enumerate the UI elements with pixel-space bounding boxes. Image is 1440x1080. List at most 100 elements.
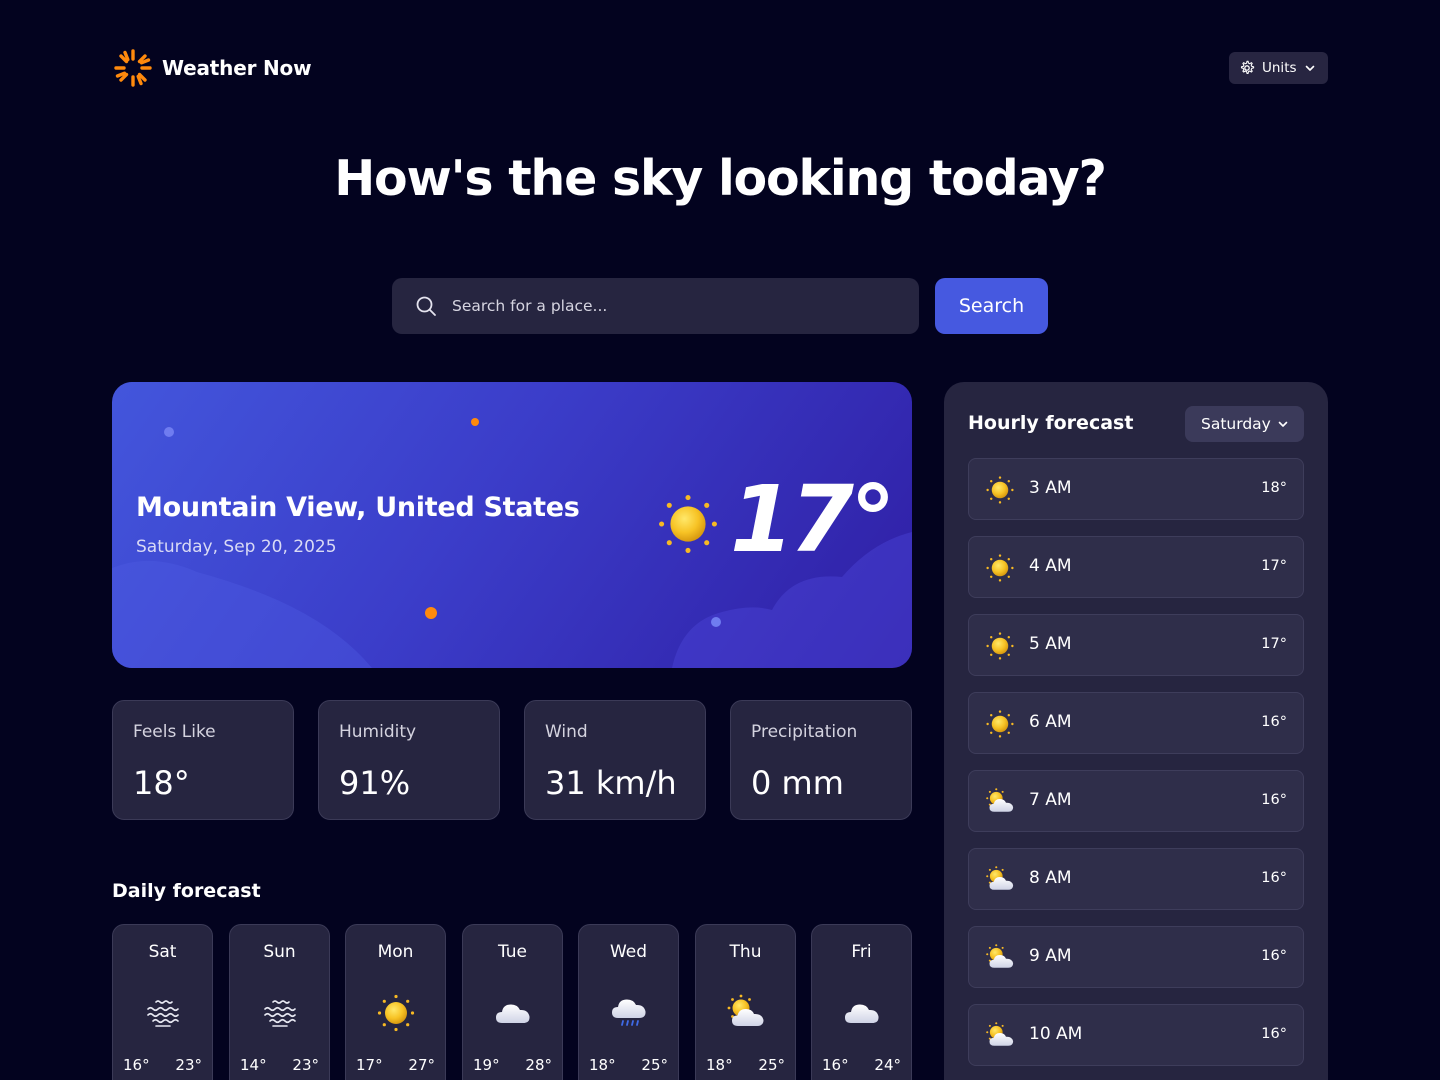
hour-time: 10 AM (1029, 1024, 1083, 1044)
current-temperature: 17° (729, 466, 896, 573)
day-low-temp: 14° (240, 1056, 267, 1074)
top-bar: Weather Now Units (112, 46, 1328, 90)
hour-time: 4 AM (1029, 556, 1072, 576)
day-high-temp: 23° (175, 1056, 202, 1074)
day-low-temp: 16° (822, 1056, 849, 1074)
hourly-row: 5 AM 17° (968, 614, 1304, 676)
app-name: Weather Now (162, 56, 312, 80)
sunny-icon (985, 553, 1015, 583)
search-input[interactable] (452, 297, 872, 315)
fog-icon (143, 993, 183, 1033)
day-high-temp: 24° (874, 1056, 901, 1074)
daily-forecast-card[interactable]: Fri 16° 24° (811, 924, 912, 1080)
day-name: Thu (729, 942, 762, 962)
page-headline: How's the sky looking today? (334, 150, 1107, 207)
sunny-icon (376, 993, 416, 1033)
stat-value: 31 km/h (545, 764, 677, 802)
stat-value: 0 mm (751, 764, 844, 802)
stat-label: Wind (545, 722, 588, 742)
day-high-temp: 27° (408, 1056, 435, 1074)
day-low-temp: 18° (706, 1056, 733, 1074)
cloudy-icon (493, 993, 533, 1033)
partly-cloudy-icon (726, 993, 766, 1033)
partly-cloudy-icon (985, 865, 1015, 895)
sunny-icon (985, 475, 1015, 505)
day-name: Sun (263, 942, 296, 962)
hour-temp: 16° (1261, 1026, 1287, 1042)
hour-time: 6 AM (1029, 712, 1072, 732)
stat-card-precipitation: Precipitation 0 mm (730, 700, 912, 820)
cloudy-icon (842, 993, 882, 1033)
location-name: Mountain View, United States (136, 492, 580, 523)
day-low-temp: 16° (123, 1056, 150, 1074)
partly-cloudy-icon (985, 943, 1015, 973)
hourly-forecast-panel: Hourly forecast Saturday 3 AM 18° 4 AM 1… (944, 382, 1328, 1080)
search-button[interactable]: Search (935, 278, 1048, 334)
stat-card-feels-like: Feels Like 18° (112, 700, 294, 820)
day-name: Fri (851, 942, 872, 962)
day-low-temp: 19° (473, 1056, 500, 1074)
hour-time: 3 AM (1029, 478, 1072, 498)
hour-temp: 18° (1261, 480, 1287, 496)
fog-icon (260, 993, 300, 1033)
day-name: Sat (148, 942, 177, 962)
current-date: Saturday, Sep 20, 2025 (136, 537, 337, 557)
hourly-forecast-title: Hourly forecast (968, 412, 1134, 434)
day-high-temp: 23° (292, 1056, 319, 1074)
hourly-row: 7 AM 16° (968, 770, 1304, 832)
daily-forecast-card[interactable]: Mon 17° 27° (345, 924, 446, 1080)
hour-temp: 17° (1261, 558, 1287, 574)
partly-cloudy-icon (985, 1021, 1015, 1051)
brand[interactable]: Weather Now (112, 46, 312, 90)
gear-icon (1240, 60, 1255, 74)
sunny-icon (985, 631, 1015, 661)
daily-forecast-title: Daily forecast (112, 880, 261, 902)
daily-forecast-card[interactable]: Thu 18° 25° (695, 924, 796, 1080)
day-name: Tue (497, 942, 528, 962)
hour-time: 9 AM (1029, 946, 1072, 966)
daily-forecast-card[interactable]: Sat 16° 23° (112, 924, 213, 1080)
stat-value: 91% (339, 764, 411, 802)
day-high-temp: 25° (758, 1056, 785, 1074)
daily-forecast-card[interactable]: Tue 19° 28° (462, 924, 563, 1080)
partly-cloudy-icon (985, 787, 1015, 817)
chevron-down-icon (1278, 421, 1288, 427)
stat-label: Humidity (339, 722, 417, 742)
hour-time: 8 AM (1029, 868, 1072, 888)
day-high-temp: 25° (641, 1056, 668, 1074)
units-label: Units (1262, 60, 1297, 76)
current-weather-card: Mountain View, United States Saturday, S… (112, 382, 912, 668)
sun-logo-icon (114, 49, 152, 87)
hour-temp: 16° (1261, 870, 1287, 886)
selected-day: Saturday (1201, 415, 1271, 433)
hour-temp: 16° (1261, 714, 1287, 730)
hourly-row: 4 AM 17° (968, 536, 1304, 598)
stat-card-humidity: Humidity 91% (318, 700, 500, 820)
drizzle-icon (609, 993, 649, 1033)
hourly-row: 3 AM 18° (968, 458, 1304, 520)
search-icon (416, 296, 436, 316)
stat-label: Feels Like (133, 722, 216, 742)
hour-temp: 16° (1261, 948, 1287, 964)
hourly-row: 10 AM 16° (968, 1004, 1304, 1066)
hourly-row: 8 AM 16° (968, 848, 1304, 910)
hourly-row: 9 AM 16° (968, 926, 1304, 988)
stat-label: Precipitation (751, 722, 858, 742)
day-low-temp: 17° (356, 1056, 383, 1074)
sunny-icon (656, 492, 720, 556)
day-high-temp: 28° (525, 1056, 552, 1074)
chevron-down-icon (1305, 65, 1314, 71)
day-name: Mon (377, 942, 414, 962)
search-field[interactable] (392, 278, 919, 334)
hour-temp: 17° (1261, 636, 1287, 652)
hour-time: 5 AM (1029, 634, 1072, 654)
hour-time: 7 AM (1029, 790, 1072, 810)
day-select-dropdown[interactable]: Saturday (1185, 406, 1304, 442)
stat-value: 18° (133, 764, 190, 802)
hour-temp: 16° (1261, 792, 1287, 808)
day-name: Wed (609, 942, 648, 962)
daily-forecast-card[interactable]: Wed 18° 25° (578, 924, 679, 1080)
daily-forecast-card[interactable]: Sun 14° 23° (229, 924, 330, 1080)
units-dropdown-button[interactable]: Units (1229, 52, 1328, 84)
sunny-icon (985, 709, 1015, 739)
